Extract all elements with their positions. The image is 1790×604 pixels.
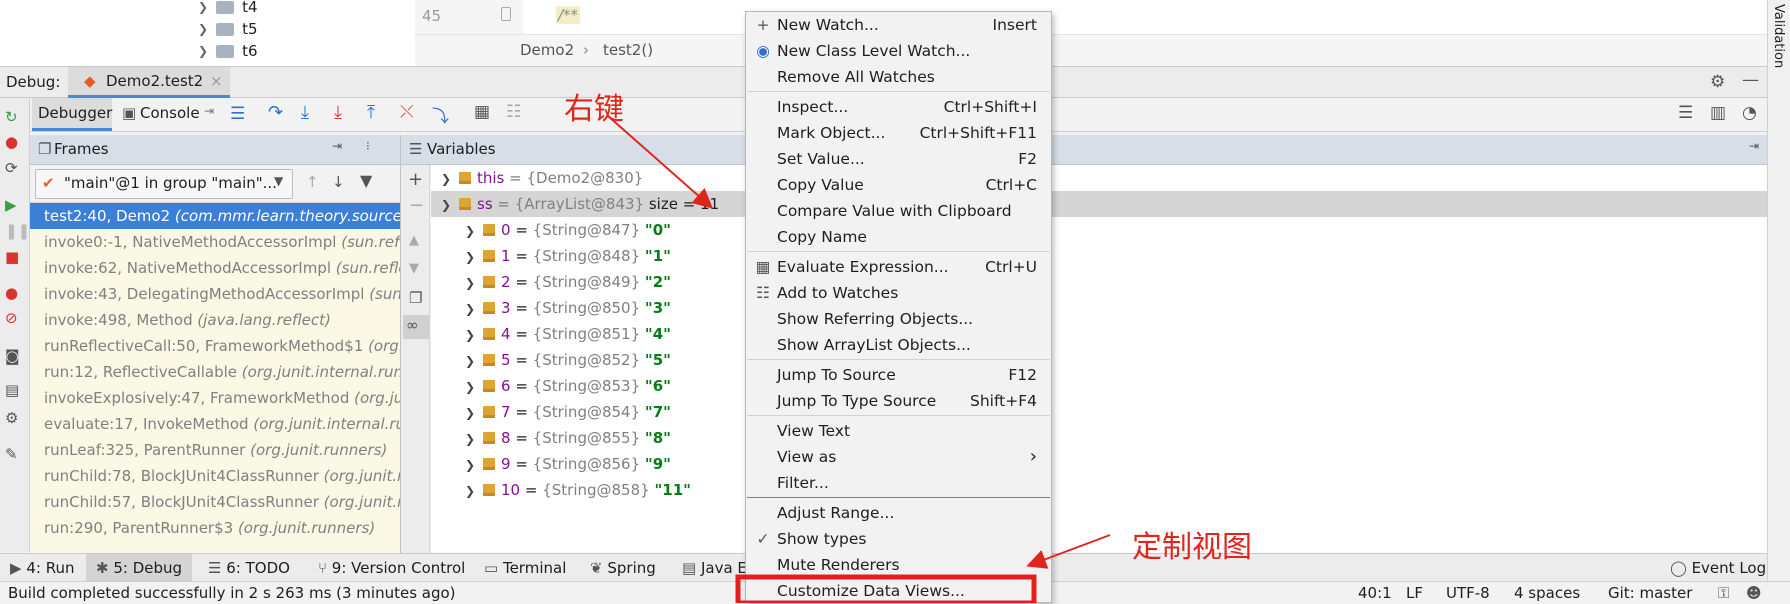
annotation-right-click: 右键 xyxy=(564,92,624,127)
annotation-arrow xyxy=(1026,534,1111,569)
highlight-box xyxy=(735,574,1037,603)
annotation-arrow xyxy=(607,115,713,209)
annotation-custom-view: 定制视图 xyxy=(1132,530,1252,565)
annotation-overlay xyxy=(607,115,1111,603)
